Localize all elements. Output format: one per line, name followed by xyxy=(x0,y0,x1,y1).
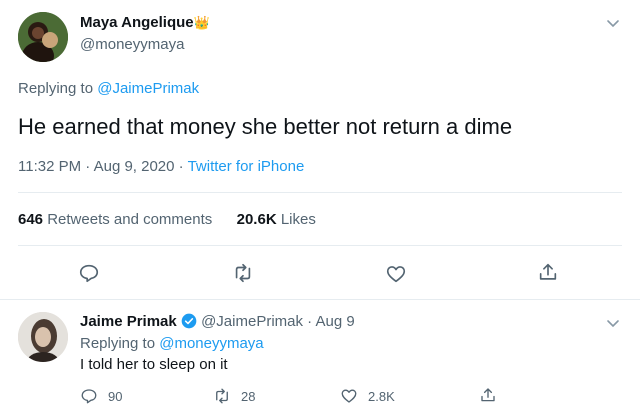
avatar[interactable] xyxy=(18,12,68,62)
chevron-down-icon[interactable] xyxy=(606,16,620,30)
verified-icon xyxy=(181,313,197,329)
tweet-source-link[interactable]: Twitter for iPhone xyxy=(188,158,305,175)
tweet-text: He earned that money she better not retu… xyxy=(18,114,513,139)
replying-handle-link[interactable]: @JaimePrimak xyxy=(97,80,199,97)
like-count: 2.8K xyxy=(368,388,395,404)
replying-handle-link[interactable]: @moneyymaya xyxy=(159,335,263,352)
heart-icon[interactable] xyxy=(385,263,407,285)
author-handle[interactable]: @moneyymaya xyxy=(80,36,184,53)
likes-stat[interactable]: 20.6K Likes xyxy=(237,211,316,228)
reply-count: 90 xyxy=(108,388,123,404)
tweet-stats: 646 Retweets and comments 20.6K Likes xyxy=(18,211,316,228)
divider xyxy=(0,299,640,300)
reply-icon[interactable] xyxy=(78,262,100,284)
divider xyxy=(18,245,622,246)
replying-to: Replying to @JaimePrimak xyxy=(18,80,199,97)
author-name[interactable]: Maya Angelique xyxy=(80,14,194,31)
retweet-icon[interactable] xyxy=(232,262,254,284)
divider xyxy=(18,192,622,193)
retweet-count: 28 xyxy=(241,388,256,404)
replying-prefix: Replying to xyxy=(80,335,156,352)
reply-header: Jaime Primak @JaimePrimak · Aug 9 xyxy=(80,313,355,330)
reply-author-handle[interactable]: @JaimePrimak xyxy=(201,313,303,330)
reply-icon xyxy=(81,389,97,404)
share-icon[interactable] xyxy=(479,386,497,404)
chevron-down-icon[interactable] xyxy=(606,316,620,330)
retweet-icon xyxy=(216,388,228,404)
reply-text: I told her to sleep on it xyxy=(80,356,228,373)
reply-date[interactable]: · Aug 9 xyxy=(307,313,355,330)
reply-retweet-action[interactable]: 28 xyxy=(213,386,255,406)
author-block: Maya Angelique👑 xyxy=(80,14,210,32)
retweets-stat[interactable]: 646 Retweets and comments xyxy=(18,211,216,228)
reply-author-name[interactable]: Jaime Primak xyxy=(80,313,177,330)
replying-prefix: Replying to xyxy=(18,80,94,97)
reply-avatar[interactable] xyxy=(18,312,68,362)
crown-emoji: 👑 xyxy=(193,15,210,30)
reply-reply-action[interactable]: 90 xyxy=(80,386,122,406)
reply-replying-to: Replying to @moneyymaya xyxy=(80,335,264,352)
reply-like-action[interactable]: 2.8K xyxy=(340,386,395,406)
tweet-timestamp[interactable]: 11:32 PM · Aug 9, 2020 · xyxy=(18,158,188,175)
heart-icon xyxy=(341,389,357,403)
share-icon[interactable] xyxy=(537,261,559,283)
tweet-meta: 11:32 PM · Aug 9, 2020 · Twitter for iPh… xyxy=(18,158,304,175)
